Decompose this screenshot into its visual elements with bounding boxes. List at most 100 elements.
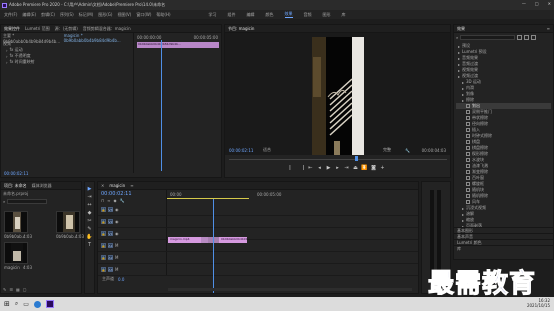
track-lane[interactable] [166, 204, 418, 215]
panel-menu-icon[interactable]: ≡ [130, 183, 133, 188]
menu-sequence[interactable]: 序列(S) [60, 12, 74, 18]
effect-controls-timeline[interactable]: 00:00:00:00 00:00:05:00 0b9b0abb0b4b9b84… [133, 33, 221, 173]
32bit-filter-icon[interactable] [524, 35, 530, 40]
close-button[interactable]: ✕ [548, 1, 551, 6]
edge-icon[interactable] [33, 300, 41, 308]
quality-dropdown[interactable]: 完整 [383, 147, 391, 153]
track-lane[interactable] [166, 252, 418, 263]
slip-tool-icon[interactable]: ✎ [87, 226, 93, 232]
effects-search-input[interactable] [460, 35, 516, 40]
track-label[interactable]: A3 [108, 267, 113, 272]
timeline-scrollbar[interactable] [168, 288, 412, 291]
mute-icon[interactable]: M [115, 255, 118, 260]
lock-icon[interactable]: 🔒 [101, 231, 106, 236]
clip-b[interactable]: 0b9b0abb0b4b9b84d9b4b [219, 237, 247, 243]
workspace-assembly[interactable]: 组件 [228, 12, 236, 18]
workspace-effects[interactable]: 效果 [284, 11, 293, 18]
list-view-icon[interactable]: ☰ [9, 287, 13, 292]
menu-file[interactable]: 文件(F) [4, 12, 17, 18]
eye-icon[interactable]: ◉ [115, 219, 119, 224]
workspace-libraries[interactable]: 库 [342, 12, 346, 18]
mark-in-icon[interactable]: ⎸ [290, 165, 295, 171]
razor-tool-icon[interactable]: ✂ [87, 218, 93, 224]
clock-date[interactable]: 2021/10/15 [527, 303, 550, 308]
premiere-taskbar-icon[interactable] [45, 300, 54, 308]
minimize-button[interactable]: — [522, 1, 526, 6]
icon-view-icon[interactable]: ▦ [16, 287, 20, 292]
fit-dropdown[interactable]: 适合 [263, 147, 271, 153]
maximize-button[interactable]: □ [535, 1, 539, 6]
track-label[interactable]: A2 [108, 255, 113, 260]
project-item-1[interactable] [56, 211, 80, 233]
tab-program[interactable]: 节目: magicin [228, 26, 254, 32]
tab-sequence[interactable]: magicin [109, 183, 125, 188]
wrench-icon[interactable]: 🔧 [405, 148, 410, 153]
workspace-learn[interactable]: 学习 [209, 12, 217, 18]
lift-icon[interactable]: ⏏ [353, 165, 358, 171]
project-search-input[interactable] [7, 199, 48, 204]
master-clip-header[interactable]: 主要 * 0b9b0abb0b4b9b84d9b4b... [3, 33, 64, 44]
workspace-audio[interactable]: 音频 [304, 12, 312, 18]
freeform-view-icon[interactable]: ▢ [23, 287, 27, 292]
workspace-editing[interactable]: 编辑 [247, 12, 255, 18]
track-label[interactable]: V1 [108, 231, 113, 236]
export-frame-icon[interactable]: ◙ [371, 165, 376, 171]
play-icon[interactable]: ▶ [326, 165, 331, 171]
panel-menu-icon[interactable]: ≡ [547, 26, 550, 31]
extract-icon[interactable]: ⏬ [361, 165, 367, 171]
clip-header[interactable]: magicin * 0b9b0abb0b4b9b84d9b4b... [64, 33, 131, 43]
ec-playhead[interactable] [161, 40, 162, 171]
eye-icon[interactable]: ◉ [115, 231, 119, 236]
step-back-icon[interactable]: ◂ [317, 165, 322, 171]
mark-out-icon[interactable]: ⎹ [299, 165, 304, 171]
program-playhead[interactable] [355, 156, 358, 161]
lock-icon[interactable]: 🔒 [101, 267, 106, 272]
tab-effect-controls[interactable]: 效果控件 [4, 26, 20, 32]
program-viewer[interactable]: 00:00:02:11 适合 完整 🔧 00:00:04:03 [225, 33, 450, 155]
tab-lumetri-scopes[interactable]: Lumetri 范围 [25, 26, 50, 32]
menu-clip[interactable]: 剪辑(C) [41, 12, 55, 18]
lock-icon[interactable]: 🔒 [101, 243, 106, 248]
task-view-icon[interactable]: ▭ [23, 301, 29, 308]
ec-bottom-timecode[interactable]: 00:00:02:11 [4, 171, 28, 176]
track-select-tool-icon[interactable]: ⇥ [87, 194, 93, 200]
timeline-ruler[interactable]: 00:00 00:00:05:00 [166, 190, 418, 204]
lock-icon[interactable]: 🔒 [101, 219, 106, 224]
track-label[interactable]: A1 [108, 243, 113, 248]
selection-tool-icon[interactable]: ▶ [87, 186, 93, 192]
windows-start-icon[interactable]: ⊞ [4, 300, 10, 308]
lock-icon[interactable]: 🔒 [101, 255, 106, 260]
tab-effects[interactable]: 效果 [457, 26, 465, 32]
linked-selection-icon[interactable]: ∞ [107, 198, 110, 203]
step-forward-icon[interactable]: ▸ [335, 165, 340, 171]
timeline-playhead[interactable] [213, 199, 214, 293]
mute-icon[interactable]: M [115, 243, 118, 248]
track-lane[interactable] [166, 264, 418, 275]
project-item-2[interactable] [4, 242, 28, 264]
menu-marker[interactable]: 标记(M) [79, 12, 94, 18]
lock-icon[interactable]: 🔒 [101, 207, 106, 212]
eye-icon[interactable]: ◉ [115, 207, 119, 212]
panel-libraries[interactable]: 库 [454, 245, 553, 251]
menu-edit[interactable]: 编辑(E) [22, 12, 36, 18]
track-label[interactable]: V3 [108, 207, 113, 212]
search-icon[interactable]: ⌕ [15, 300, 18, 308]
ec-clip-bar[interactable]: 0b9b0abb0b4b9b84d9b4b... [137, 42, 219, 48]
hand-tool-icon[interactable]: ✋ [86, 234, 92, 240]
master-volume[interactable]: 0.0 [118, 277, 124, 282]
tab-project[interactable]: 项目: 未命名 [4, 183, 27, 189]
close-icon[interactable]: ✕ [101, 183, 104, 188]
workspace-graphics[interactable]: 图形 [323, 12, 331, 18]
ripple-edit-tool-icon[interactable]: ↔ [87, 202, 93, 208]
wrench-icon[interactable]: 🔧 [120, 198, 125, 203]
write-protect-icon[interactable]: ✎ [3, 287, 6, 292]
section-time-remap[interactable]: › fx 时间重映射 [3, 59, 131, 65]
menu-help[interactable]: 帮助(H) [156, 12, 170, 18]
go-to-out-icon[interactable]: ⇥ [344, 165, 349, 171]
menu-graphics[interactable]: 图形(G) [98, 12, 112, 18]
snap-icon[interactable]: ⊓ [101, 198, 104, 203]
yuv-filter-icon[interactable] [531, 35, 537, 40]
workspace-color[interactable]: 颜色 [266, 12, 274, 18]
project-item-0[interactable] [4, 211, 28, 233]
tab-audio-clip-mixer[interactable]: 音频剪辑混合器：magicin [83, 26, 131, 32]
